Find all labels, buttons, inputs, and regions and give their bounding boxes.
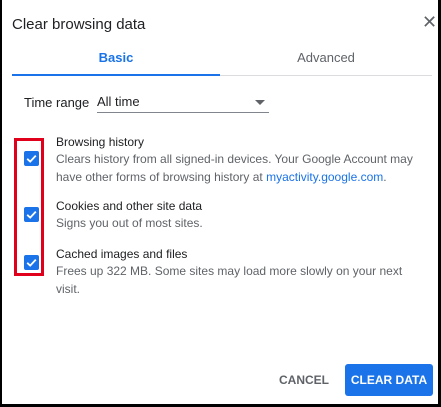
time-range-label: Time range	[24, 95, 90, 110]
cookies-description: Signs you out of most sites.	[56, 216, 203, 230]
cancel-button[interactable]: CANCEL	[272, 366, 336, 394]
active-tab-indicator	[12, 74, 220, 76]
clear-browsing-data-dialog: Clear browsing data ✕ Basic Advanced Tim…	[2, 0, 438, 404]
cached-images-description: Frees up 322 MB. Some sites may load mor…	[56, 264, 403, 296]
cached-images-checkbox[interactable]	[24, 255, 39, 270]
browsing-history-checkbox[interactable]	[24, 151, 39, 166]
browsing-history-desc-suffix: .	[383, 170, 387, 184]
tab-basic[interactable]: Basic	[12, 43, 220, 76]
checkmark-icon	[26, 258, 37, 267]
cookies-title: Cookies and other site data	[56, 199, 203, 213]
close-icon[interactable]: ✕	[422, 13, 437, 31]
time-range-select[interactable]: All time	[97, 90, 269, 113]
cached-images-title: Cached images and files	[56, 247, 188, 261]
tab-advanced[interactable]: Advanced	[220, 43, 432, 75]
browsing-history-title: Browsing history	[56, 135, 145, 149]
myactivity-link[interactable]: myactivity.google.com	[266, 170, 383, 184]
dropdown-arrow-icon	[255, 100, 265, 105]
clear-data-button[interactable]: CLEAR DATA	[345, 364, 433, 396]
cookies-checkbox[interactable]	[24, 207, 39, 222]
tab-bar: Basic Advanced	[12, 43, 432, 76]
tab-basic-label: Basic	[98, 50, 134, 65]
checkmark-icon	[26, 210, 37, 219]
time-range-value: All time	[97, 94, 140, 109]
dialog-title: Clear browsing data	[12, 16, 146, 33]
browsing-history-description: Clears history from all signed-in device…	[56, 150, 426, 186]
checkmark-icon	[26, 154, 37, 163]
tab-advanced-label: Advanced	[297, 50, 355, 65]
